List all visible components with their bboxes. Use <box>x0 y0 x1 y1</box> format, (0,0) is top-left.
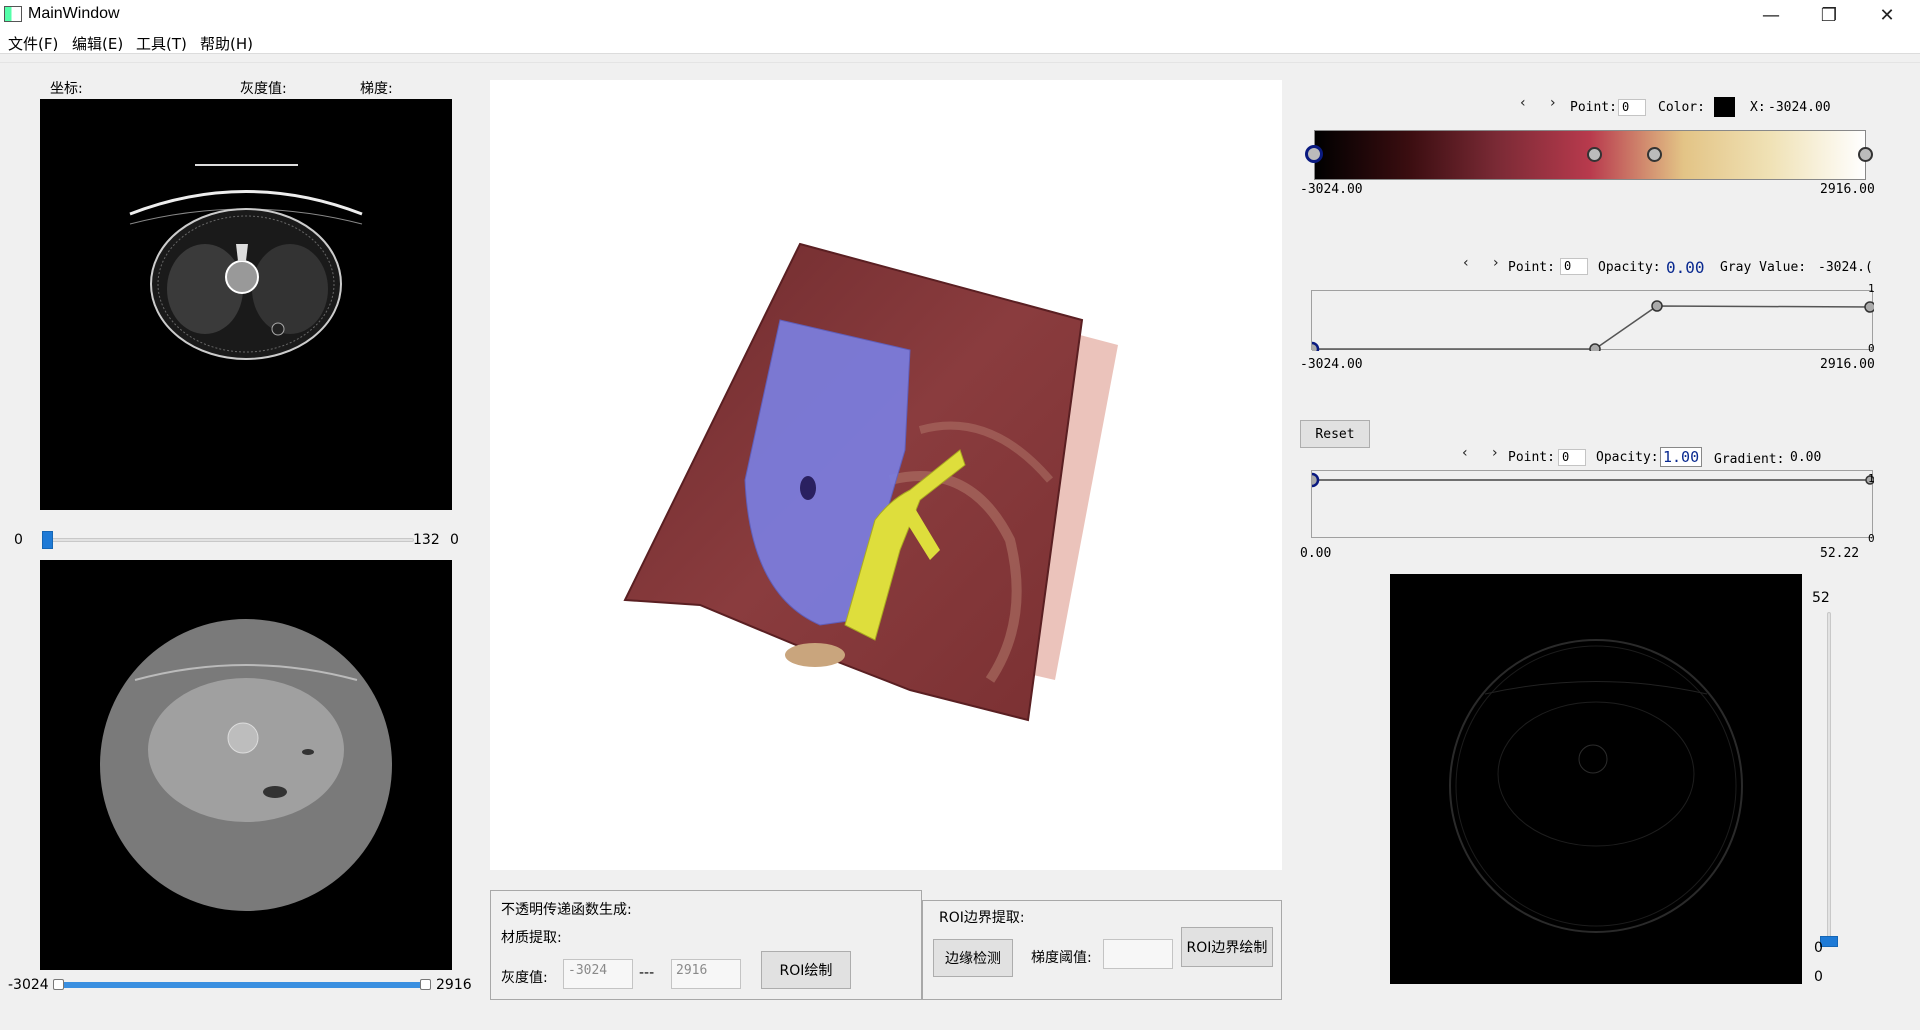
gradient-opacity-label: Opacity: <box>1596 450 1659 465</box>
gradient-tf-nav-arrows[interactable]: ‹ › <box>1462 445 1508 461</box>
menu-tools[interactable]: 工具(T) <box>136 33 187 54</box>
reset-button[interactable]: Reset <box>1300 420 1370 448</box>
color-label: Color: <box>1658 100 1705 115</box>
ct-window-view[interactable] <box>40 560 452 970</box>
opacity-tf-group: 不透明传递函数生成: 材质提取: 灰度值: -3024 --- 2916 ROI… <box>490 890 922 1000</box>
gray-range-label: 灰度值: <box>501 970 548 986</box>
range-separator: --- <box>639 965 655 981</box>
color-axis-min: -3024.00 <box>1300 182 1363 197</box>
gray-max-input[interactable]: 2916 <box>671 959 741 989</box>
slice-max-label: 132 <box>413 532 440 548</box>
roi-boundary-group: ROI边界提取: 边缘检测 梯度阈值: ROI边界绘制 <box>922 900 1282 1000</box>
gradient-value: 0.00 <box>1790 450 1822 465</box>
opacity-point-label: Point: <box>1508 260 1555 275</box>
title-bar: MainWindow — ❐ ✕ <box>0 0 1920 30</box>
opacity-tf-group-title: 不透明传递函数生成: <box>501 902 632 918</box>
menu-help[interactable]: 帮助(H) <box>200 33 253 54</box>
menu-bar: 文件(F) 编辑(E) 工具(T) 帮助(H) <box>0 30 1920 54</box>
gradient-y-min: 0 <box>1868 532 1875 545</box>
opacity-curve-point[interactable] <box>1304 341 1320 357</box>
gradient-axis-max: 52.22 <box>1820 546 1860 561</box>
gradient-point-label: Point: <box>1508 450 1555 465</box>
window-range-high-handle[interactable] <box>420 979 431 990</box>
toolbar-grip[interactable] <box>0 55 1920 63</box>
color-tf-nav-arrows[interactable]: ‹ › <box>1520 95 1566 111</box>
opacity-curve <box>1304 300 1876 357</box>
opacity-curve-point[interactable] <box>1864 301 1876 313</box>
right-slider-value-label: 0 <box>1814 940 1823 956</box>
right-slider-track[interactable] <box>1827 612 1831 947</box>
gradient-curve-point[interactable] <box>1304 472 1320 488</box>
close-button[interactable]: ✕ <box>1858 0 1916 30</box>
opacity-axis-min: -3024.00 <box>1300 357 1363 372</box>
opacity-gray-value-label: Gray Value: <box>1720 260 1807 275</box>
opacity-curve-point[interactable] <box>1589 343 1601 355</box>
opacity-gray-value: -3024.( <box>1818 260 1873 275</box>
ct-slice-image <box>129 164 363 360</box>
opacity-curve-point[interactable] <box>1651 300 1663 312</box>
grad-threshold-label: 梯度阈值: <box>1031 950 1092 966</box>
material-extract-label: 材质提取: <box>501 930 562 946</box>
coord-label: 坐标: <box>50 81 83 97</box>
opacity-point-spinbox[interactable]: 0 <box>1560 258 1588 275</box>
gradient-label: 梯度: <box>360 81 393 97</box>
slice-slider-handle[interactable] <box>42 531 53 549</box>
color-x-label: X: <box>1750 100 1766 115</box>
gradient-curve-plot[interactable] <box>1304 470 1875 538</box>
edge-detect-button[interactable]: 边缘检测 <box>933 939 1013 977</box>
opacity-axis-max: 2916.00 <box>1820 357 1875 372</box>
menu-file[interactable]: 文件(F) <box>8 33 58 54</box>
color-swatch[interactable] <box>1714 97 1735 117</box>
window-title: MainWindow <box>28 5 120 22</box>
window-min-label: -3024 <box>8 977 49 993</box>
opacity-label: Opacity: <box>1598 260 1661 275</box>
gradient-axis-min: 0.00 <box>1300 546 1332 561</box>
color-stop-handle[interactable] <box>1858 147 1873 162</box>
window-range-fill[interactable] <box>56 982 428 988</box>
opacity-value: 0.00 <box>1666 258 1705 277</box>
edge-detect-view[interactable] <box>1390 574 1802 984</box>
ct-window-image <box>100 619 392 911</box>
opacity-y-min: 0 <box>1868 342 1875 355</box>
window-range-low-handle[interactable] <box>53 979 64 990</box>
gray-value-label: 灰度值: <box>240 81 287 97</box>
right-slider-min-label: 0 <box>1814 969 1823 985</box>
opacity-curve-plot[interactable] <box>1304 290 1876 357</box>
right-slider-max-label: 52 <box>1812 590 1830 606</box>
window-max-label: 2916 <box>436 977 472 993</box>
gradient-opacity-input[interactable]: 1.00 <box>1660 447 1702 467</box>
roi-group-title: ROI边界提取: <box>939 910 1025 926</box>
opacity-y-max: 1 <box>1868 282 1875 295</box>
ct-slice-view[interactable] <box>40 99 452 510</box>
color-stop-handle[interactable] <box>1647 147 1662 162</box>
app-icon <box>4 6 22 22</box>
opacity-tf-nav-arrows[interactable]: ‹ › <box>1463 255 1509 271</box>
minimize-button[interactable]: — <box>1742 0 1800 30</box>
edge-detect-image <box>1449 639 1743 933</box>
volume-render-image <box>623 242 1118 722</box>
maximize-button[interactable]: ❐ <box>1800 0 1858 30</box>
gradient-curve <box>1304 472 1875 488</box>
roi-draw-button[interactable]: ROI绘制 <box>761 951 851 989</box>
color-point-spinbox[interactable]: 0 <box>1618 99 1646 116</box>
color-x-value: -3024.00 <box>1768 100 1831 115</box>
color-stop-handle[interactable] <box>1305 145 1323 163</box>
color-stop-handle[interactable] <box>1587 147 1602 162</box>
gradient-point-spinbox[interactable]: 0 <box>1558 449 1586 466</box>
gradient-y-max: 1 <box>1868 472 1875 485</box>
color-axis-max: 2916.00 <box>1820 182 1875 197</box>
volume-render-view[interactable] <box>490 80 1282 870</box>
gradient-label: Gradient: <box>1714 452 1785 467</box>
slice-value-label: 0 <box>450 532 459 548</box>
slice-min-label: 0 <box>14 532 23 548</box>
roi-boundary-draw-button[interactable]: ROI边界绘制 <box>1181 927 1273 967</box>
slice-slider-track[interactable] <box>42 538 414 542</box>
menu-edit[interactable]: 编辑(E) <box>72 33 123 54</box>
gray-min-input[interactable]: -3024 <box>563 959 633 989</box>
color-point-label: Point: <box>1570 100 1617 115</box>
grad-threshold-input[interactable] <box>1103 939 1173 969</box>
